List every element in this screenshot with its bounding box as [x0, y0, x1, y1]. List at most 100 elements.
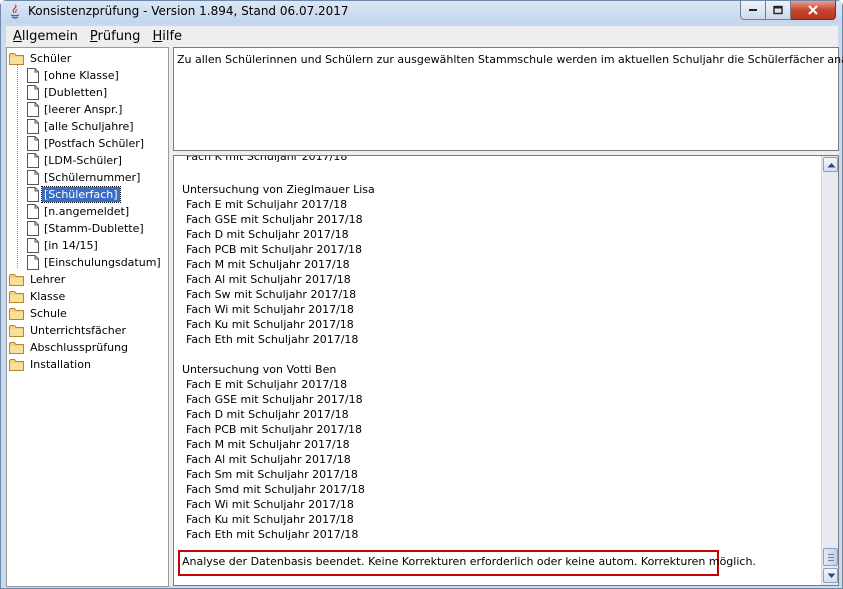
tree-leaf-item[interactable]: [Einschulungsdatum] — [27, 254, 163, 271]
tree-item-label: [Schülernummer] — [44, 171, 141, 184]
folder-icon — [9, 358, 24, 371]
tree-node-folder[interactable]: Lehrer — [9, 271, 67, 288]
tree-item-label: Unterrichtsfächer — [30, 324, 126, 337]
log-section-heading: Untersuchung von Votti Ben — [182, 363, 337, 376]
menu-label: rüfung — [97, 28, 141, 44]
close-icon — [808, 5, 818, 15]
log-line: Fach PCB mit Schuljahr 2017/18 — [186, 423, 363, 436]
final-status-message: Analyse der Datenbasis beendet. Keine Ko… — [178, 550, 756, 576]
tree-item-label: Abschlussprüfung — [30, 341, 129, 354]
menu-mnemonic: P — [89, 28, 98, 44]
menu-bar: Allgemein Prüfung Hilfe — [6, 26, 838, 46]
menu-label: llgemein — [21, 28, 78, 44]
folder-icon — [9, 273, 24, 286]
scroll-up-button[interactable] — [823, 157, 838, 172]
tree-leaf-item[interactable]: [Schülerfach] — [27, 186, 121, 203]
tree-leaf-item[interactable]: [Postfach Schüler] — [27, 135, 146, 152]
tree-item-label: [in 14/15] — [44, 239, 98, 252]
tree-item-label: Lehrer — [30, 273, 66, 286]
scroll-down-button[interactable] — [823, 568, 838, 583]
title-bar[interactable]: Konsistenzprüfung - Version 1.894, Stand… — [1, 1, 842, 23]
maximize-icon — [773, 5, 783, 15]
log-line: Fach Eth mit Schuljahr 2017/18 — [186, 528, 359, 541]
tree-leaf-item[interactable]: [n.angemeldet] — [27, 203, 131, 220]
tree-leaf-item[interactable]: [Schülernummer] — [27, 169, 142, 186]
menu-mnemonic: H — [152, 28, 163, 44]
log-line: Fach Wi mit Schuljahr 2017/18 — [186, 498, 354, 511]
log-line: Fach GSE mit Schuljahr 2017/18 — [186, 213, 363, 226]
client-area: Allgemein Prüfung Hilfe Schüler [ohne Kla… — [6, 26, 843, 587]
tree-item-label: [n.angemeldet] — [44, 205, 130, 218]
document-icon — [27, 85, 39, 100]
description-panel: Zu allen Schülerinnen und Schülern zur a… — [173, 47, 843, 151]
chevron-down-icon — [827, 573, 836, 578]
chevron-up-icon — [827, 163, 836, 168]
menu-label: ilfe — [162, 28, 183, 44]
tree-leaf-item[interactable]: [Stamm-Dublette] — [27, 220, 146, 237]
document-icon — [27, 238, 39, 253]
java-app-icon — [10, 4, 20, 19]
log-line: Fach Al mit Schuljahr 2017/18 — [186, 273, 351, 286]
tree-item-label: Schule — [30, 307, 67, 320]
scroll-thumb[interactable] — [823, 548, 838, 566]
analysis-log-panel[interactable]: Fach K mit Schuljahr 2017/18 Untersuchung… — [173, 155, 839, 586]
tree-leaf-item[interactable]: [LDM-Schüler] — [27, 152, 124, 169]
tree-item-label: [Schülerfach] — [41, 186, 121, 203]
navigation-tree[interactable]: Schüler [ohne Klasse] [Dubletten] [leerer A… — [6, 47, 169, 587]
log-line: Fach GSE mit Schuljahr 2017/18 — [186, 393, 363, 406]
log-line: Fach M mit Schuljahr 2017/18 — [186, 438, 350, 451]
tree-item-label: Schüler — [30, 52, 72, 65]
log-line: Fach Sm mit Schuljahr 2017/18 — [186, 468, 358, 481]
log-line: Fach M mit Schuljahr 2017/18 — [186, 258, 350, 271]
thumb-grip — [828, 554, 834, 555]
folder-icon — [9, 341, 24, 354]
tree-leaf-item[interactable]: [Dubletten] — [27, 84, 109, 101]
tree-connector-line — [17, 64, 18, 268]
log-line: Fach K mit Schuljahr 2017/18 — [186, 155, 348, 163]
tree-node-folder[interactable]: Unterrichtsfächer — [9, 322, 128, 339]
log-line: Fach E mit Schuljahr 2017/18 — [186, 378, 348, 391]
log-line: Fach Al mit Schuljahr 2017/18 — [186, 453, 351, 466]
tree-node-folder[interactable]: Klasse — [9, 288, 67, 305]
tree-leaf-item[interactable]: [in 14/15] — [27, 237, 100, 254]
tree-node-folder[interactable]: Abschlussprüfung — [9, 339, 130, 356]
log-line: Fach Sw mit Schuljahr 2017/18 — [186, 288, 357, 301]
folder-icon — [9, 307, 24, 320]
document-icon — [27, 68, 39, 83]
maximize-button[interactable] — [766, 1, 791, 20]
document-icon — [27, 187, 39, 202]
tree-node-schueler[interactable]: Schüler — [9, 50, 73, 67]
menu-pruefung[interactable]: Prüfung — [85, 29, 146, 44]
vertical-scrollbar[interactable] — [821, 156, 838, 585]
document-icon — [27, 170, 39, 185]
log-line: Fach PCB mit Schuljahr 2017/18 — [186, 243, 363, 256]
log-line: Fach Ku mit Schuljahr 2017/18 — [186, 513, 354, 526]
tree-item-label: [Einschulungsdatum] — [44, 256, 161, 269]
document-icon — [27, 153, 39, 168]
close-button[interactable] — [791, 1, 836, 20]
minimize-icon — [749, 9, 757, 11]
document-icon — [27, 204, 39, 219]
minimize-button[interactable] — [740, 1, 766, 20]
tree-item-label: [Stamm-Dublette] — [44, 222, 144, 235]
tree-item-label: [Postfach Schüler] — [44, 137, 145, 150]
thumb-grip — [828, 557, 834, 558]
tree-leaf-item[interactable]: [ohne Klasse] — [27, 67, 121, 84]
document-icon — [27, 136, 39, 151]
tree-leaf-item[interactable]: [alle Schuljahre] — [27, 118, 136, 135]
log-line: Fach Eth mit Schuljahr 2017/18 — [186, 333, 359, 346]
tree-item-label: [LDM-Schüler] — [44, 154, 122, 167]
tree-node-folder[interactable]: Installation — [9, 356, 93, 373]
tree-leaf-item[interactable]: [leerer Anspr.] — [27, 101, 124, 118]
log-line: Fach D mit Schuljahr 2017/18 — [186, 228, 349, 241]
window-controls — [740, 1, 836, 20]
window-title: Konsistenzprüfung - Version 1.894, Stand… — [28, 4, 349, 18]
tree-item-label: Installation — [30, 358, 91, 371]
log-line: Fach Wi mit Schuljahr 2017/18 — [186, 303, 354, 316]
application-window: Konsistenzprüfung - Version 1.894, Stand… — [0, 0, 843, 589]
menu-allgemein[interactable]: Allgemein — [8, 29, 83, 44]
menu-mnemonic: A — [13, 28, 22, 44]
folder-icon — [9, 324, 24, 337]
tree-node-folder[interactable]: Schule — [9, 305, 69, 322]
menu-hilfe[interactable]: Hilfe — [147, 29, 187, 44]
